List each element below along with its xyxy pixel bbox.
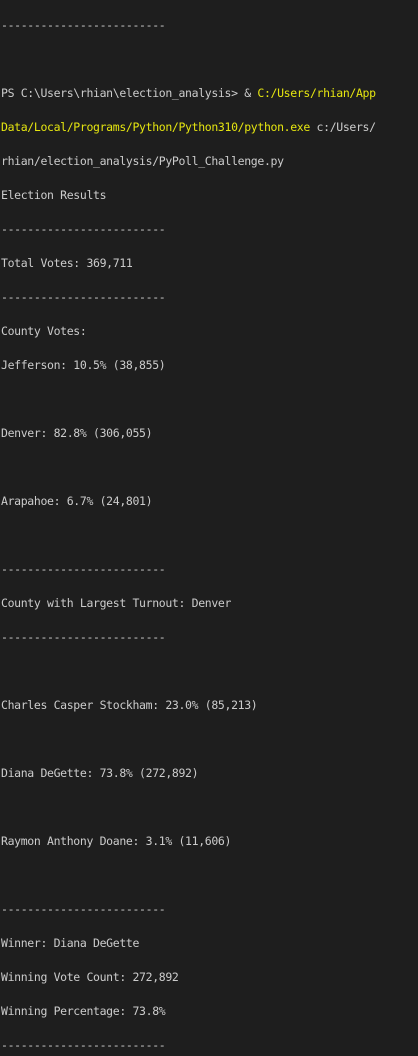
top-separator: ------------------------- [1, 18, 166, 32]
command-line-3: rhian/election_analysis/PyPoll_Challenge… [1, 154, 284, 168]
winning-vote-count: Winning Vote Count: 272,892 [1, 970, 179, 984]
command-line-1: PS C:\Users\rhian\election_analysis> & C… [1, 85, 418, 102]
election-results-heading: Election Results [1, 188, 107, 202]
command-line-2: Data/Local/Programs/Python/Python310/pyt… [1, 119, 418, 136]
terminal-output[interactable]: ------------------------- PS C:\Users\rh… [0, 0, 418, 1052]
county-votes-heading: County Votes: [1, 324, 87, 338]
county-jefferson: Jefferson: 10.5% (38,855) [1, 358, 166, 372]
county-denver: Denver: 82.8% (306,055) [1, 426, 153, 440]
separator: ------------------------- [1, 290, 166, 304]
separator: ------------------------- [1, 1038, 166, 1052]
separator: ------------------------- [1, 222, 166, 236]
prompt-text: PS C:\Users\rhian\election_analysis> & [1, 86, 258, 100]
python-exe-path-part2: Data/Local/Programs/Python/Python310/pyt… [1, 120, 310, 134]
separator: ------------------------- [1, 562, 166, 576]
candidate-doane: Raymon Anthony Doane: 3.1% (11,606) [1, 834, 232, 848]
separator: ------------------------- [1, 630, 166, 644]
candidate-degette: Diana DeGette: 73.8% (272,892) [1, 766, 199, 780]
winning-percentage: Winning Percentage: 73.8% [1, 1004, 166, 1018]
script-path-part1: c:/Users/ [309, 120, 377, 134]
winner: Winner: Diana DeGette [1, 936, 140, 950]
separator: ------------------------- [1, 902, 166, 916]
candidate-stockham: Charles Casper Stockham: 23.0% (85,213) [1, 698, 258, 712]
python-exe-path-part1: C:/Users/rhian/App [257, 86, 376, 100]
county-arapahoe: Arapahoe: 6.7% (24,801) [1, 494, 153, 508]
largest-turnout: County with Largest Turnout: Denver [1, 596, 232, 610]
total-votes: Total Votes: 369,711 [1, 256, 133, 270]
